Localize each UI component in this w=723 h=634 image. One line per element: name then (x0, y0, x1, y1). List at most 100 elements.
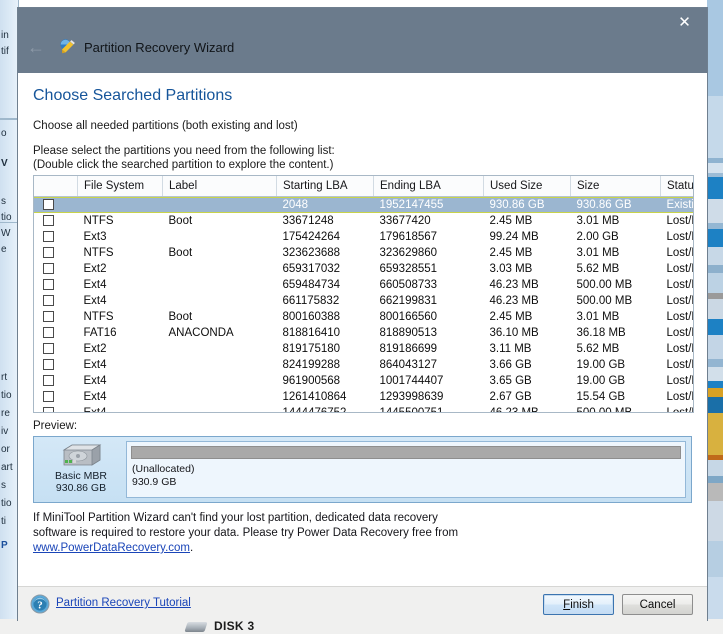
column-header-used-size[interactable]: Used Size (483, 176, 571, 197)
checkbox-icon[interactable] (43, 391, 54, 403)
row-checkbox-cell[interactable] (34, 373, 78, 389)
cell-file-system: Ext4 (83, 375, 107, 387)
preview-partition-map[interactable]: (Unallocated) 930.9 GB (126, 441, 686, 498)
background-bottom-panel: DISK 3 (0, 619, 723, 634)
close-icon[interactable]: ✕ (662, 8, 707, 37)
row-checkbox-cell[interactable] (34, 196, 78, 213)
cell-label (162, 196, 277, 213)
checkbox-icon[interactable] (43, 215, 54, 227)
row-checkbox-cell[interactable] (34, 261, 78, 277)
cell-starting-lba: 800160388 (282, 311, 341, 323)
disk-capacity-label: 930.86 GB (55, 482, 107, 494)
partition-bar-unallocated[interactable] (131, 446, 681, 459)
partition-recovery-wizard-dialog: ✕ ← Partition Recovery Wizard Choose Sea… (18, 8, 707, 621)
back-arrow-icon[interactable]: ← (23, 36, 49, 58)
partition-recovery-tutorial-link[interactable]: Partition Recovery Tutorial (56, 597, 191, 609)
cell-file-system: NTFS (83, 215, 114, 227)
cell-starting-lba: 659317032 (282, 263, 341, 275)
cell-used-size: 46.23 MB (489, 295, 539, 307)
table-row[interactable]: Ext4 1261410864 1293998639 2.67 GB 15.54 GB L… (34, 389, 693, 405)
column-header-file-system[interactable]: File System (77, 176, 163, 197)
cell-used-size: 99.24 MB (489, 231, 539, 243)
cell-starting-lba: 961900568 (282, 375, 341, 387)
checkbox-icon[interactable] (43, 279, 54, 291)
table-row[interactable]: Ext4 961900568 1001744407 3.65 GB 19.00 GB Lo… (34, 373, 693, 389)
row-checkbox-cell[interactable] (34, 389, 78, 405)
cell-size: 5.62 MB (576, 343, 620, 355)
row-checkbox-cell[interactable] (34, 229, 78, 245)
table-row[interactable]: Ext4 1444476752 1445500751 46.23 MB 500.00 M… (34, 405, 693, 413)
checkbox-icon[interactable] (43, 407, 54, 412)
table-row[interactable]: Ext2 659317032 659328551 3.03 MB 5.62 MB Lost… (34, 261, 693, 277)
table-row[interactable]: 20481952147455930.86 GB930.86 GBExisting (34, 196, 693, 213)
background-disk-icon (184, 622, 208, 632)
cell-used-size: 46.23 MB (489, 407, 539, 413)
row-checkbox-cell[interactable] (34, 293, 78, 309)
row-checkbox-cell[interactable] (34, 309, 78, 325)
column-header-starting-lba[interactable]: Starting LBA (276, 176, 374, 197)
wizard-icon (58, 38, 77, 57)
row-checkbox-cell[interactable] (34, 245, 78, 261)
checkbox-icon[interactable] (43, 327, 54, 339)
cancel-button[interactable]: Cancel (622, 594, 693, 615)
row-checkbox-cell[interactable] (34, 277, 78, 293)
cell-file-system: FAT16 (83, 327, 117, 339)
note-period: . (190, 542, 194, 554)
checkbox-icon[interactable] (43, 247, 54, 259)
cell-label (163, 293, 277, 309)
cell-size: 2.00 GB (576, 231, 619, 243)
table-row[interactable]: Ext4 659484734 660508733 46.23 MB 500.00 MB L… (34, 277, 693, 293)
column-header-checkbox[interactable] (34, 176, 78, 197)
table-row[interactable]: FAT16 ANACONDA 818816410 818890513 36.10 MB 3… (34, 325, 694, 341)
finish-button[interactable]: Finish (543, 594, 614, 615)
row-checkbox-cell[interactable] (34, 325, 78, 341)
table-row[interactable]: Ext4 661175832 662199831 46.23 MB 500.00 MB L… (34, 293, 694, 309)
partitions-table-container[interactable]: File System Label Starting LBA Ending LB… (33, 175, 694, 413)
window-title: Partition Recovery Wizard (84, 40, 235, 55)
power-data-recovery-link[interactable]: www.PowerDataRecovery.com (33, 542, 190, 554)
cell-status: Lost/Deleted (666, 327, 694, 339)
checkbox-icon[interactable] (43, 295, 54, 307)
row-checkbox-cell[interactable] (34, 405, 78, 412)
help-icon[interactable]: ? (30, 594, 50, 614)
cell-ending-lba: 1001744407 (379, 375, 444, 387)
table-row[interactable]: Ext2 819175180 819186699 3.11 MB 5.62 MB Lost… (34, 341, 693, 357)
checkbox-icon[interactable] (43, 231, 54, 243)
cell-label: ANACONDA (168, 327, 234, 339)
cell-file-system: Ext2 (83, 343, 107, 355)
table-row[interactable]: NTFS Boot 323623688 323629860 2.45 MB 3.01 MB… (34, 245, 693, 261)
column-header-ending-lba[interactable]: Ending LBA (373, 176, 484, 197)
checkbox-icon[interactable] (43, 199, 54, 211)
instruction-line-2: (Double click the searched partition to … (33, 159, 334, 171)
column-header-status[interactable]: Status (660, 176, 693, 197)
cell-size: 3.01 MB (576, 215, 620, 227)
checkbox-icon[interactable] (43, 311, 54, 323)
checkbox-icon[interactable] (43, 375, 54, 387)
cell-file-system: Ext4 (83, 391, 107, 403)
table-row[interactable]: NTFS Boot 33671248 33677420 2.45 MB 3.01 MB Lo… (34, 213, 693, 229)
cell-used-size: 3.11 MB (489, 343, 532, 355)
note-line-2: software is required to restore your dat… (33, 527, 459, 539)
cell-status: Lost/Deleted (666, 295, 694, 307)
row-checkbox-cell[interactable] (34, 213, 78, 229)
table-row[interactable]: Ext3 175424264 179618567 99.24 MB 2.00 GB Los… (34, 229, 693, 245)
partition-name: (Unallocated) (132, 463, 195, 475)
cell-status: Lost/Deleted (666, 311, 694, 323)
cell-size: 19.00 GB (576, 359, 626, 371)
row-checkbox-cell[interactable] (34, 357, 78, 373)
partition-size: 930.9 GB (132, 475, 177, 488)
column-header-size[interactable]: Size (570, 176, 661, 197)
cell-used-size: 46.23 MB (489, 279, 539, 291)
cell-size: 15.54 GB (576, 391, 626, 403)
cell-starting-lba: 1444476752 (282, 407, 347, 413)
cell-status: Lost/Deleted (666, 359, 694, 371)
column-header-label[interactable]: Label (162, 176, 277, 197)
checkbox-icon[interactable] (43, 263, 54, 275)
checkbox-icon[interactable] (43, 343, 54, 355)
cell-used-size: 2.45 MB (489, 247, 533, 259)
table-header-row: File System Label Starting LBA Ending LB… (34, 176, 693, 197)
checkbox-icon[interactable] (43, 359, 54, 371)
table-row[interactable]: Ext4 824199288 864043127 3.66 GB 19.00 GB Los… (34, 357, 694, 373)
table-row[interactable]: NTFS Boot 800160388 800166560 2.45 MB 3.01 MB… (34, 309, 694, 325)
row-checkbox-cell[interactable] (34, 341, 78, 357)
